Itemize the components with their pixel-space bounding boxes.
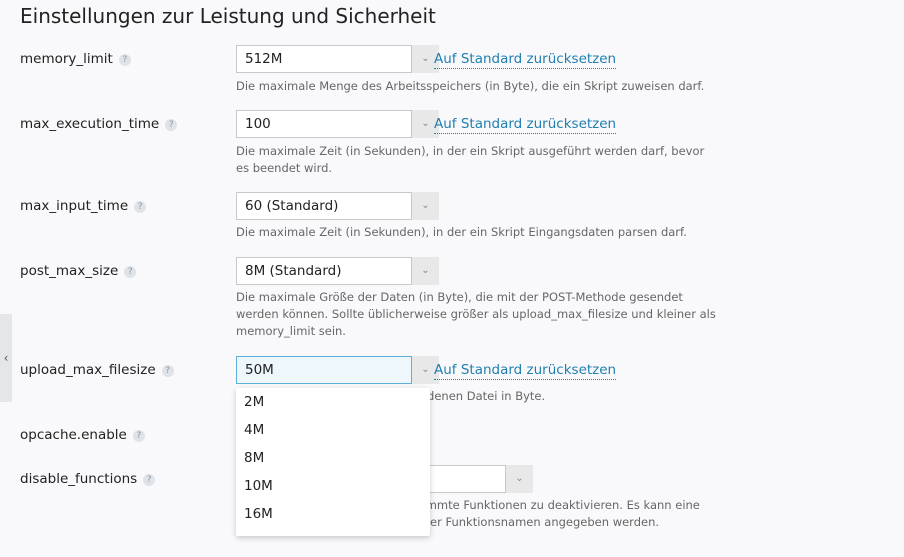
upload-max-filesize-input[interactable]: 50M bbox=[236, 356, 412, 384]
label-opcache-enable: opcache.enable? bbox=[20, 427, 145, 443]
help-icon[interactable]: ? bbox=[118, 54, 131, 66]
label-max-input-time: max_input_time? bbox=[20, 198, 147, 214]
help-icon[interactable]: ? bbox=[165, 119, 178, 131]
reset-max-execution-time-link[interactable]: Auf Standard zurücksetzen bbox=[434, 116, 617, 134]
max-input-time-desc: Die maximale Zeit (in Sekunden), in der … bbox=[236, 225, 687, 239]
chevron-down-icon[interactable]: ⌄ bbox=[412, 192, 439, 220]
dropdown-option[interactable]: 2M bbox=[236, 388, 430, 416]
post-max-size-input[interactable]: 8M (Standard) bbox=[236, 257, 412, 285]
label-post-max-size: post_max_size? bbox=[20, 263, 137, 279]
memory-limit-input[interactable]: 512M bbox=[236, 45, 412, 73]
label-memory-limit: memory_limit? bbox=[20, 51, 131, 67]
label-disable-functions: disable_functions? bbox=[20, 471, 156, 487]
dropdown-option[interactable]: 8M bbox=[236, 444, 430, 472]
max-execution-time-desc: Die maximale Zeit (in Sekunden), in der … bbox=[236, 144, 705, 175]
memory-limit-desc: Die maximale Menge des Arbeitsspeichers … bbox=[236, 79, 705, 93]
page-title: Einstellungen zur Leistung und Sicherhei… bbox=[20, 4, 436, 28]
help-icon[interactable]: ? bbox=[143, 474, 156, 486]
dropdown-option[interactable]: 4M bbox=[236, 416, 430, 444]
disable-functions-desc: stimmte Funktionen zu deaktivieren. Es k… bbox=[412, 498, 700, 529]
upload-max-filesize-combo[interactable]: 50M ⌄ bbox=[236, 356, 439, 384]
upload-max-filesize-dropdown[interactable]: 2M 4M 8M 10M 16M bbox=[236, 388, 430, 536]
help-icon[interactable]: ? bbox=[161, 365, 174, 377]
upload-max-filesize-desc: adenen Datei in Byte. bbox=[420, 389, 546, 403]
chevron-left-icon: ‹ bbox=[3, 351, 9, 365]
dropdown-option[interactable]: 10M bbox=[236, 472, 430, 500]
max-execution-time-combo[interactable]: 100 ⌄ bbox=[236, 110, 439, 138]
max-input-time-input[interactable]: 60 (Standard) bbox=[236, 192, 412, 220]
max-input-time-combo[interactable]: 60 (Standard) ⌄ bbox=[236, 192, 439, 220]
sidebar-collapse-button[interactable]: ‹ bbox=[0, 314, 12, 402]
label-max-execution-time: max_execution_time? bbox=[20, 116, 178, 132]
chevron-down-icon[interactable]: ⌄ bbox=[506, 465, 533, 493]
post-max-size-combo[interactable]: 8M (Standard) ⌄ bbox=[236, 257, 439, 285]
memory-limit-combo[interactable]: 512M ⌄ bbox=[236, 45, 439, 73]
help-icon[interactable]: ? bbox=[124, 266, 137, 278]
dropdown-option[interactable]: 16M bbox=[236, 500, 430, 528]
help-icon[interactable]: ? bbox=[132, 430, 145, 442]
label-upload-max-filesize: upload_max_filesize? bbox=[20, 362, 174, 378]
reset-upload-max-filesize-link[interactable]: Auf Standard zurücksetzen bbox=[434, 362, 617, 380]
reset-memory-limit-link[interactable]: Auf Standard zurücksetzen bbox=[434, 51, 617, 69]
chevron-down-icon[interactable]: ⌄ bbox=[412, 257, 439, 285]
help-icon[interactable]: ? bbox=[134, 201, 147, 213]
max-execution-time-input[interactable]: 100 bbox=[236, 110, 412, 138]
post-max-size-desc: Die maximale Größe der Daten (in Byte), … bbox=[236, 290, 716, 338]
